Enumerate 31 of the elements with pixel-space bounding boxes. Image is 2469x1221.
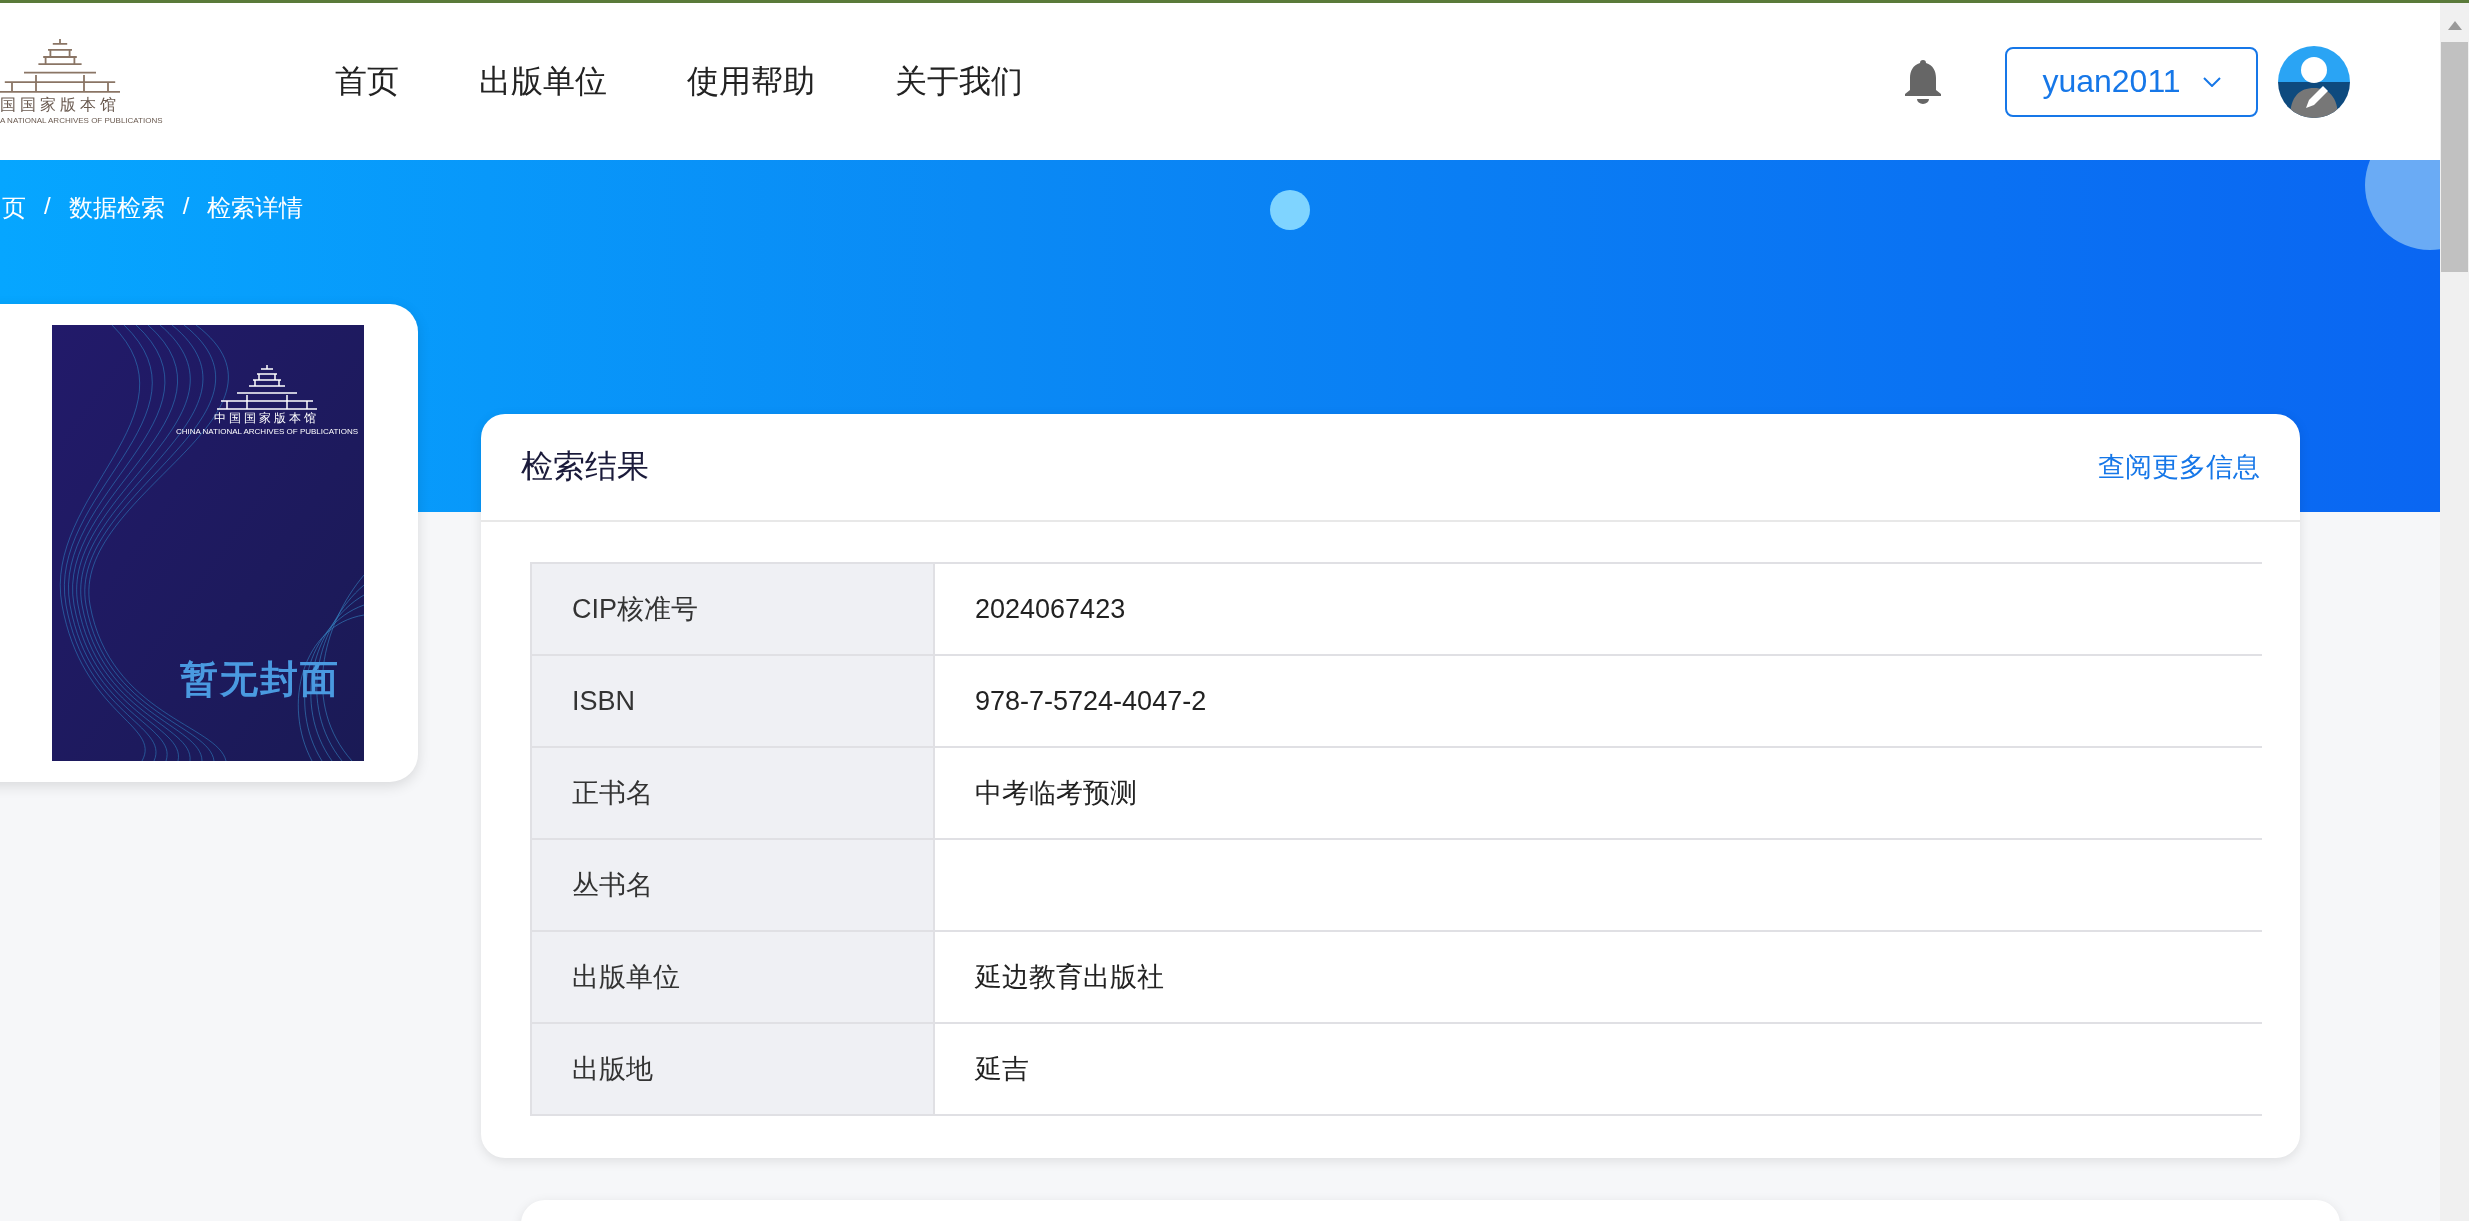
card-title: 检索结果 [521, 447, 649, 486]
breadcrumb-separator: / [182, 192, 190, 221]
building-logo-icon [0, 38, 120, 93]
breadcrumb-link[interactable]: 页 [2, 192, 26, 224]
logo-name: 国国家版本馆 [0, 94, 120, 116]
no-cover-caption: 暂无封面 [180, 657, 340, 702]
logo-subtitle: A NATIONAL ARCHIVES OF PUBLICATIONS [0, 115, 163, 125]
cover-logo-name: 中国国家版本馆 [214, 410, 320, 427]
more-info-link[interactable]: 查阅更多信息 [2098, 449, 2260, 485]
cover-logo-subtitle: CHINA NATIONAL ARCHIVES OF PUBLICATIONS [175, 427, 358, 436]
circle-decoration [1270, 190, 1310, 230]
scrollbar-thumb[interactable] [2441, 42, 2468, 272]
building-logo-icon [216, 365, 317, 410]
chevron-down-icon [2202, 76, 2221, 87]
nav-link[interactable]: 使用帮助 [687, 59, 815, 104]
field-label: CIP核准号 [532, 564, 935, 654]
field-label: ISBN [532, 656, 935, 746]
field-label: 出版单位 [532, 932, 935, 1022]
breadcrumb-link[interactable]: 检索详情 [207, 192, 304, 224]
user-dropdown[interactable]: yuan2011 [2005, 46, 2258, 117]
nav-link[interactable]: 首页 [335, 59, 399, 104]
field-label: 正书名 [532, 748, 935, 838]
field-label: 出版地 [532, 1024, 935, 1114]
breadcrumb-separator: / [44, 192, 51, 221]
nav-link[interactable]: 关于我们 [895, 59, 1023, 104]
scrollbar[interactable] [2440, 3, 2469, 1221]
avatar-icon[interactable] [2278, 45, 2350, 118]
nav-link[interactable]: 出版单位 [479, 59, 607, 104]
scroll-up-icon[interactable] [2447, 21, 2462, 30]
field-label: 丛书名 [532, 840, 935, 930]
breadcrumb-link[interactable]: 数据检索 [68, 192, 165, 224]
